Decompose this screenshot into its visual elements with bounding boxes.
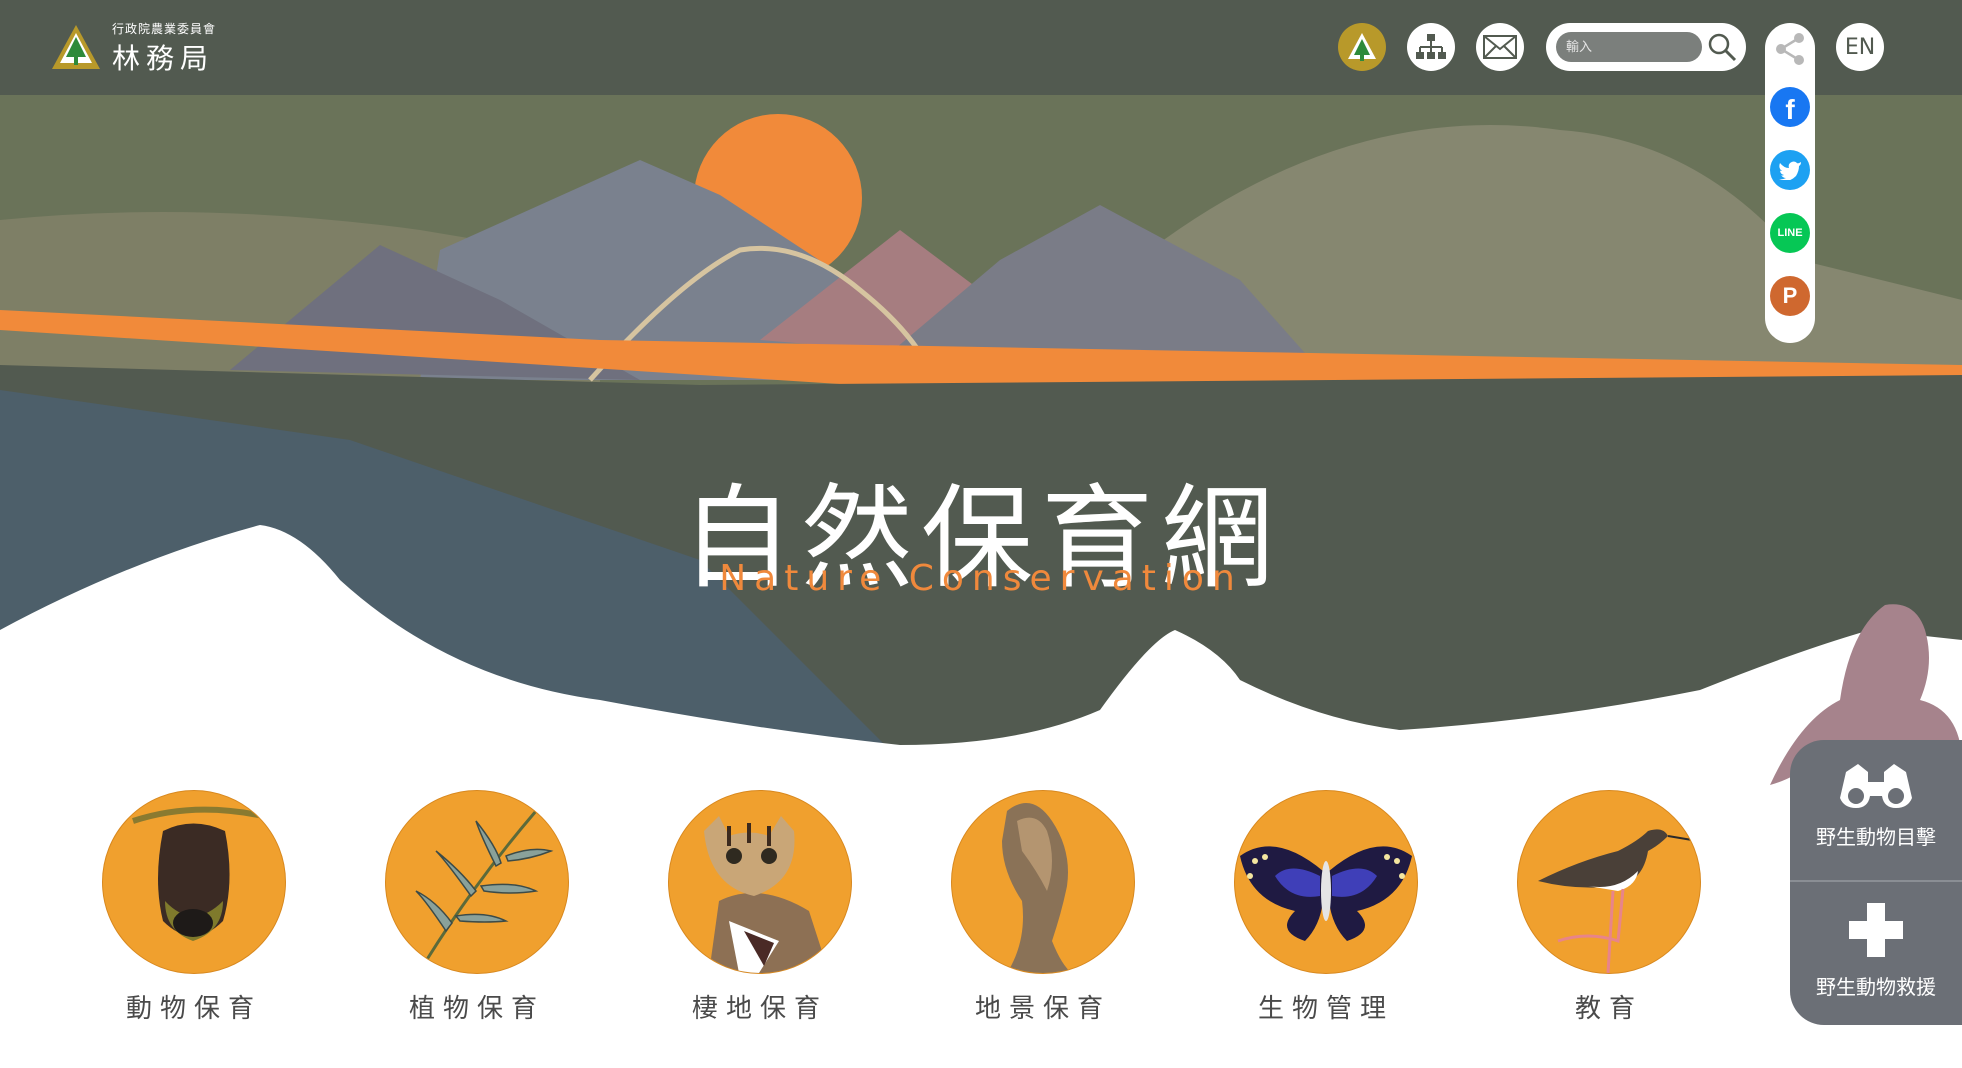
wildlife-sighting-label: 野生動物目擊 — [1816, 825, 1936, 849]
sitemap-icon — [1416, 34, 1446, 59]
category-label: 棲地保育 — [691, 994, 828, 1024]
category-circle — [1517, 790, 1701, 974]
search-box — [1546, 23, 1746, 71]
category-label: 植物保育 — [408, 994, 545, 1024]
category-landscape-conservation[interactable]: 地景保育 — [943, 790, 1143, 1025]
stilt-bird-icon — [1538, 829, 1699, 973]
plurk-share-button[interactable]: P — [1770, 276, 1810, 316]
category-biological-management[interactable]: 生物管理 — [1226, 790, 1426, 1025]
share-panel: f LINE P — [1765, 23, 1815, 343]
category-label: 生物管理 — [1257, 994, 1394, 1024]
category-circle — [668, 790, 852, 974]
plurk-icon: P — [1782, 283, 1798, 308]
category-circle — [102, 790, 286, 974]
category-circle — [385, 790, 569, 974]
twitter-icon — [1779, 161, 1801, 180]
wildlife-quick-panel: 野生動物目擊 野生動物救援 — [1790, 740, 1962, 1025]
forestry-logo-icon — [1348, 33, 1376, 61]
rock-formation-icon — [1002, 803, 1072, 973]
facebook-icon: f — [1785, 94, 1795, 125]
twitter-share-button[interactable] — [1770, 150, 1810, 190]
category-animal-conservation[interactable]: 動物保育 — [94, 790, 294, 1025]
category-plant-conservation[interactable]: 植物保育 — [377, 790, 577, 1025]
logo-title: 林務局 — [112, 42, 215, 75]
top-navigation-bar: 行政院農業委員會 林務局 輸入 EN — [0, 0, 1962, 95]
category-education[interactable]: 教育 — [1509, 790, 1709, 1025]
medical-cross-icon — [1849, 903, 1903, 957]
butterfly-icon — [1240, 846, 1412, 941]
hero-subtitle: Nature Conservation — [719, 558, 1243, 599]
wildlife-rescue-label: 野生動物救援 — [1816, 975, 1936, 999]
plant-icon — [415, 810, 554, 962]
line-share-button[interactable]: LINE — [1770, 213, 1810, 253]
share-icon — [1776, 33, 1804, 65]
facebook-share-button[interactable]: f — [1770, 87, 1810, 127]
mail-icon — [1483, 35, 1517, 59]
page: 行政院農業委員會 林務局 輸入 EN f LINE P 自然保育網 Nature… — [0, 0, 1962, 1068]
wildlife-sighting-button[interactable]: 野生動物目擊 — [1790, 762, 1962, 850]
category-circle — [1234, 790, 1418, 974]
forestry-bureau-logo-icon — [52, 24, 100, 69]
category-circle — [951, 790, 1135, 974]
line-icon: LINE — [1777, 227, 1803, 239]
panel-divider — [1790, 880, 1962, 882]
binoculars-icon — [1840, 764, 1912, 808]
category-label: 教育 — [1574, 994, 1643, 1024]
leopard-cat-icon — [704, 816, 829, 973]
site-logo[interactable]: 行政院農業委員會 林務局 — [50, 20, 216, 77]
sitemap-button[interactable] — [1407, 23, 1455, 71]
search-input[interactable] — [1556, 32, 1702, 62]
mail-button[interactable] — [1476, 23, 1524, 71]
bat-icon — [132, 806, 264, 941]
language-toggle-button[interactable]: EN — [1836, 23, 1884, 71]
search-icon[interactable] — [1706, 31, 1738, 63]
category-habitat-conservation[interactable]: 棲地保育 — [660, 790, 860, 1025]
share-button[interactable] — [1770, 29, 1810, 69]
category-label: 動物保育 — [125, 994, 262, 1024]
forestry-home-button[interactable] — [1338, 23, 1386, 71]
wildlife-rescue-button[interactable]: 野生動物救援 — [1790, 900, 1962, 1000]
category-label: 地景保育 — [974, 994, 1111, 1024]
logo-subtitle: 行政院農業委員會 — [112, 22, 217, 36]
